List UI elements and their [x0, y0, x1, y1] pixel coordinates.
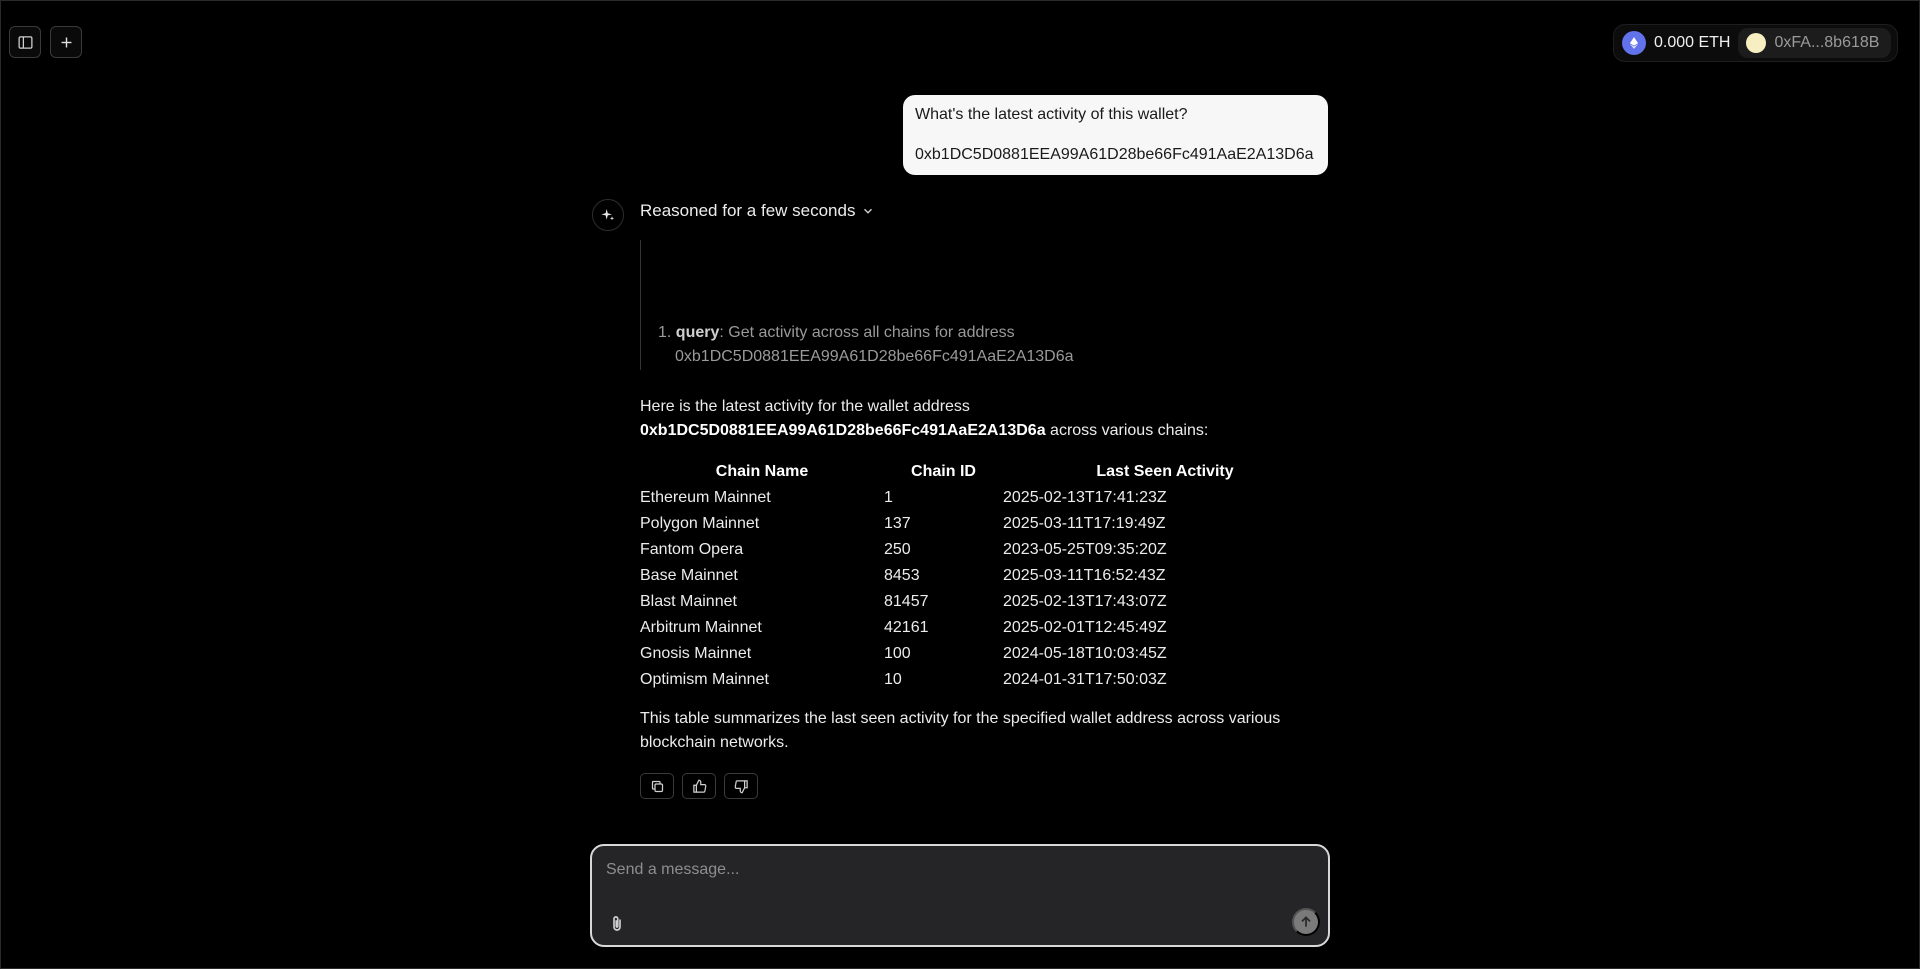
table-row: Arbitrum Mainnet 42161 2025-02-01T12:45:49… — [640, 615, 1327, 641]
cell-last-seen: 2025-02-01T12:45:49Z — [1003, 619, 1167, 636]
cell-last-seen: 2025-02-13T17:41:23Z — [1003, 489, 1167, 506]
answer-intro-suffix: across various chains: — [1045, 422, 1209, 439]
reasoning-label: Reasoned for a few seconds — [640, 201, 856, 220]
sparkle-icon — [601, 209, 614, 221]
thumbs-up-icon — [692, 779, 706, 793]
cell-last-seen: 2024-05-18T10:03:45Z — [1003, 645, 1167, 662]
message-input[interactable] — [606, 858, 1306, 882]
assistant-summary: This table summarizes the last seen acti… — [640, 710, 1281, 751]
arrow-up-icon — [1301, 916, 1311, 927]
user-message-address: 0xb1DC5D0881EEA99A61D28be66Fc491AaE2A13D… — [915, 146, 1314, 163]
reasoning-panel: 1. query: Get activity across all chains… — [640, 240, 1140, 370]
answer-intro-address: 0xb1DC5D0881EEA99A61D28be66Fc491AaE2A13D… — [640, 422, 1046, 439]
cell-chain-id: 10 — [884, 671, 902, 688]
plus-icon — [61, 37, 71, 47]
reasoning-step-address: 0xb1DC5D0881EEA99A61D28be66Fc491AaE2A13D… — [675, 348, 1074, 365]
cell-chain-id: 42161 — [884, 619, 929, 636]
cell-last-seen: 2024-01-31T17:50:03Z — [1003, 671, 1167, 688]
assistant-avatar — [592, 199, 624, 231]
thumbs-up-button[interactable] — [682, 773, 716, 799]
thumbs-down-button[interactable] — [724, 773, 758, 799]
column-header-chain-id: Chain ID — [911, 463, 976, 480]
paperclip-icon[interactable] — [608, 914, 626, 934]
table-row: Gnosis Mainnet 100 2024-05-18T10:03:45Z — [640, 641, 1327, 667]
cell-chain-name: Blast Mainnet — [640, 593, 737, 610]
table-row: Fantom Opera 250 2023-05-25T09:35:20Z — [640, 537, 1327, 563]
user-message-text: What's the latest activity of this walle… — [915, 106, 1188, 123]
cell-chain-id: 250 — [884, 541, 911, 558]
sidebar-toggle-icon — [17, 35, 33, 49]
cell-chain-name: Ethereum Mainnet — [640, 489, 771, 506]
message-actions — [640, 773, 758, 799]
table-row: Base Mainnet 8453 2025-03-11T16:52:43Z — [640, 563, 1327, 589]
activity-table: Chain Name Chain ID Last Seen Activity E… — [640, 459, 1327, 693]
message-composer — [590, 844, 1330, 947]
column-header-last-seen: Last Seen Activity — [1096, 463, 1234, 480]
wallet-address-button[interactable]: 0xFA...8b618B — [1738, 28, 1892, 58]
cell-chain-id: 8453 — [884, 567, 920, 584]
reasoning-toggle[interactable]: Reasoned for a few seconds — [640, 200, 875, 222]
answer-intro-text: Here is the latest activity for the wall… — [640, 398, 970, 415]
table-row: Ethereum Mainnet 1 2025-02-13T17:41:23Z — [640, 485, 1327, 511]
cell-last-seen: 2025-03-11T16:52:43Z — [1003, 567, 1166, 584]
wallet-avatar — [1746, 33, 1767, 53]
cell-chain-id: 137 — [884, 515, 911, 532]
reasoning-step-number: 1. — [658, 324, 672, 341]
table-row: Blast Mainnet 81457 2025-02-13T17:43:07Z — [640, 589, 1327, 615]
cell-chain-id: 100 — [884, 645, 911, 662]
cell-chain-name: Arbitrum Mainnet — [640, 619, 762, 636]
chevron-down-icon — [864, 208, 873, 214]
copy-icon — [651, 780, 663, 792]
new-chat-button[interactable] — [50, 26, 82, 58]
cell-chain-name: Gnosis Mainnet — [640, 645, 752, 662]
wallet-address: 0xFA...8b618B — [1774, 34, 1880, 51]
cell-last-seen: 2025-03-11T17:19:49Z — [1003, 515, 1166, 532]
reasoning-step-key: query — [675, 324, 720, 341]
cell-chain-name: Polygon Mainnet — [640, 515, 760, 532]
eth-balance: 0.000 ETH — [1654, 34, 1731, 51]
cell-chain-name: Base Mainnet — [640, 567, 738, 584]
send-button[interactable] — [1292, 908, 1320, 936]
wallet-widget: 0.000 ETH 0xFA...8b618B — [1613, 24, 1899, 62]
cell-last-seen: 2023-05-25T09:35:20Z — [1003, 541, 1167, 558]
cell-chain-name: Fantom Opera — [640, 541, 744, 558]
cell-chain-id: 81457 — [884, 593, 929, 610]
user-message-bubble: What's the latest activity of this walle… — [903, 95, 1328, 175]
cell-chain-name: Optimism Mainnet — [640, 671, 769, 688]
table-row: Optimism Mainnet 10 2024-01-31T17:50:03Z — [640, 667, 1327, 693]
table-header-row: Chain Name Chain ID Last Seen Activity — [640, 459, 1327, 485]
column-header-chain-name: Chain Name — [715, 463, 809, 480]
cell-last-seen: 2025-02-13T17:43:07Z — [1003, 593, 1167, 610]
copy-button[interactable] — [640, 773, 674, 799]
sidebar-toggle-button[interactable] — [9, 26, 41, 58]
thumbs-down-icon — [734, 779, 748, 793]
reasoning-step: 1. query: Get activity across all chains… — [658, 321, 1074, 369]
assistant-answer-intro: Here is the latest activity for the wall… — [640, 395, 1330, 443]
table-row: Polygon Mainnet 137 2025-03-11T17:19:49Z — [640, 511, 1327, 537]
reasoning-step-text: : Get activity across all chains for add… — [719, 324, 1015, 341]
cell-chain-id: 1 — [884, 489, 893, 506]
ethereum-icon — [1622, 31, 1646, 55]
